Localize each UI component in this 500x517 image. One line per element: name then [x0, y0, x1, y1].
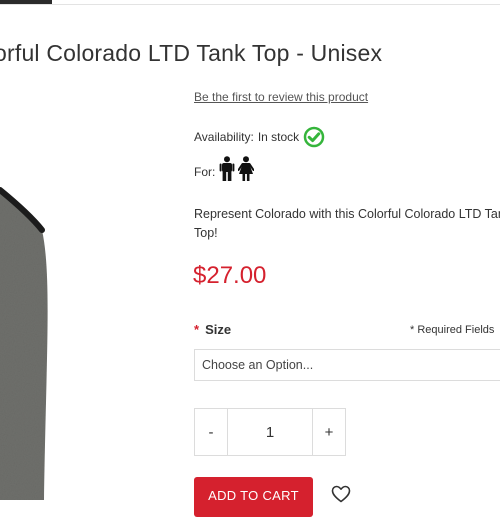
quantity-increase-button[interactable]: +: [312, 409, 345, 455]
top-nav-bar: [0, 0, 500, 5]
quantity-decrease-button[interactable]: -: [195, 409, 228, 455]
male-icon: [219, 156, 235, 182]
gender-label: For:: [194, 165, 216, 179]
availability-label: Availability:: [194, 130, 254, 144]
review-link[interactable]: Be the first to review this product: [194, 90, 368, 104]
required-fields-note: * Required Fields: [410, 324, 495, 336]
product-image[interactable]: [0, 80, 140, 500]
quantity-stepper: - 1 +: [194, 408, 346, 456]
availability-status: In stock: [257, 130, 300, 144]
product-description: Represent Colorado with this Colorful Co…: [194, 207, 500, 240]
heart-icon[interactable]: [331, 485, 351, 503]
size-option-label: * Size: [194, 322, 231, 337]
add-to-cart-button[interactable]: ADD TO CART: [194, 477, 313, 517]
size-select[interactable]: Choose an Option...: [194, 349, 500, 381]
product-title: orful Colorado LTD Tank Top - Unisex: [0, 40, 383, 66]
gender-row: For:: [194, 156, 257, 182]
tank-top-image: [0, 187, 48, 500]
required-star: *: [194, 322, 200, 337]
top-nav-active-segment: [0, 0, 52, 4]
size-label-text: Size: [205, 322, 232, 337]
product-price: $27.00: [193, 262, 267, 289]
availability-row: Availability: In stock: [194, 126, 325, 148]
female-icon: [237, 156, 255, 182]
check-circle-icon: [303, 126, 325, 148]
size-select-value: Choose an Option...: [202, 358, 314, 372]
quantity-input[interactable]: 1: [228, 409, 312, 455]
